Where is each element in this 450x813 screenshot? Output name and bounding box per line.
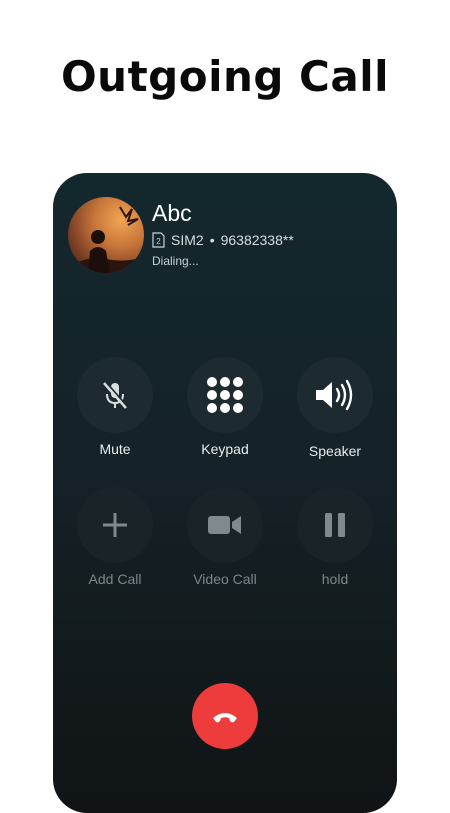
video-call-label: Video Call xyxy=(193,571,257,587)
keypad-label: Keypad xyxy=(201,441,249,457)
contact-name: Abc xyxy=(152,200,192,226)
keypad-icon xyxy=(207,377,243,413)
add-call-label: Add Call xyxy=(88,571,142,587)
speaker-circle[interactable] xyxy=(297,357,373,433)
speaker-icon xyxy=(316,379,353,411)
phone-hangup-icon xyxy=(213,713,237,723)
pause-icon xyxy=(325,513,345,537)
sim-info: 2 SIM2 • 96382338** xyxy=(152,232,294,248)
keypad-circle[interactable] xyxy=(187,357,263,433)
call-screen: Abc 2 SIM2 • 96382338** Dialing... Mute xyxy=(53,173,397,813)
call-status: Dialing... xyxy=(152,254,199,268)
plus-icon xyxy=(103,513,127,537)
hold-circle[interactable] xyxy=(297,487,373,563)
mute-button[interactable]: Mute xyxy=(75,357,155,457)
sim-slot-number: 2 xyxy=(156,237,161,246)
sim-card-icon: 2 xyxy=(152,232,165,248)
mic-off-icon xyxy=(103,380,129,409)
video-call-circle[interactable] xyxy=(187,487,263,563)
keypad-button[interactable]: Keypad xyxy=(185,357,265,457)
end-call-button[interactable] xyxy=(192,683,258,749)
page-title: Outgoing Call xyxy=(60,52,390,101)
mute-label: Mute xyxy=(99,441,131,457)
mute-circle[interactable] xyxy=(77,357,153,433)
video-camera-icon xyxy=(208,516,241,534)
contact-avatar xyxy=(68,197,144,273)
hold-label: hold xyxy=(321,571,349,587)
speaker-label: Speaker xyxy=(308,443,362,459)
separator-dot: • xyxy=(209,232,215,248)
phone-number: 96382338** xyxy=(220,232,294,248)
add-call-button[interactable]: Add Call xyxy=(75,487,155,587)
speaker-button[interactable]: Speaker xyxy=(295,357,375,459)
add-call-circle[interactable] xyxy=(77,487,153,563)
hold-button[interactable]: hold xyxy=(295,487,375,587)
video-call-button[interactable]: Video Call xyxy=(185,487,265,587)
sim-label: SIM2 xyxy=(171,232,204,248)
